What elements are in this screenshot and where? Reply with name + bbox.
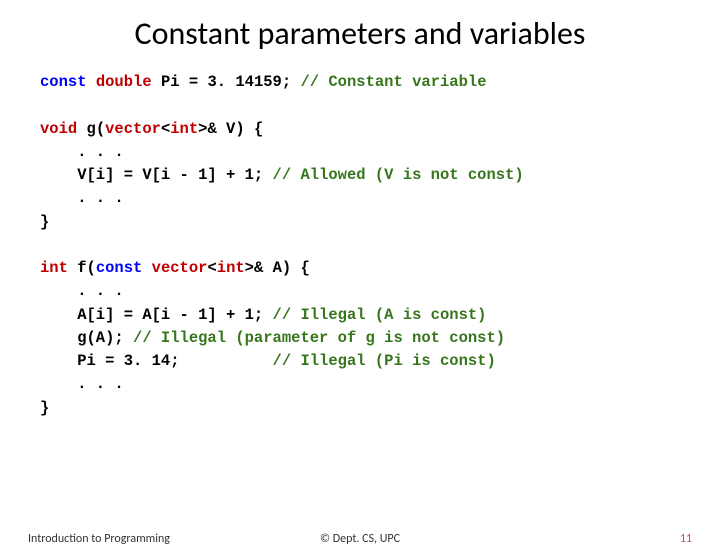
comment: // Allowed (V is not const) bbox=[273, 166, 524, 184]
code-block: const double Pi = 3. 14159; // Constant … bbox=[40, 71, 680, 420]
comment: // Illegal (Pi is const) bbox=[273, 352, 496, 370]
page-number: 11 bbox=[680, 532, 692, 546]
comment: // Illegal (parameter of g is not const) bbox=[133, 329, 505, 347]
comment: // Constant variable bbox=[300, 73, 486, 91]
kw-double: double bbox=[96, 73, 152, 91]
kw-const: const bbox=[96, 259, 143, 277]
kw-vector: vector bbox=[105, 120, 161, 138]
kw-int: int bbox=[217, 259, 245, 277]
kw-void: void bbox=[40, 120, 77, 138]
kw-const: const bbox=[40, 73, 87, 91]
kw-vector: vector bbox=[152, 259, 208, 277]
kw-int: int bbox=[170, 120, 198, 138]
slide: Constant parameters and variables const … bbox=[0, 0, 720, 420]
comment: // Illegal (A is const) bbox=[273, 306, 487, 324]
footer-center: © Dept. CS, UPC bbox=[0, 532, 720, 546]
kw-int: int bbox=[40, 259, 68, 277]
slide-title: Constant parameters and variables bbox=[40, 14, 680, 53]
